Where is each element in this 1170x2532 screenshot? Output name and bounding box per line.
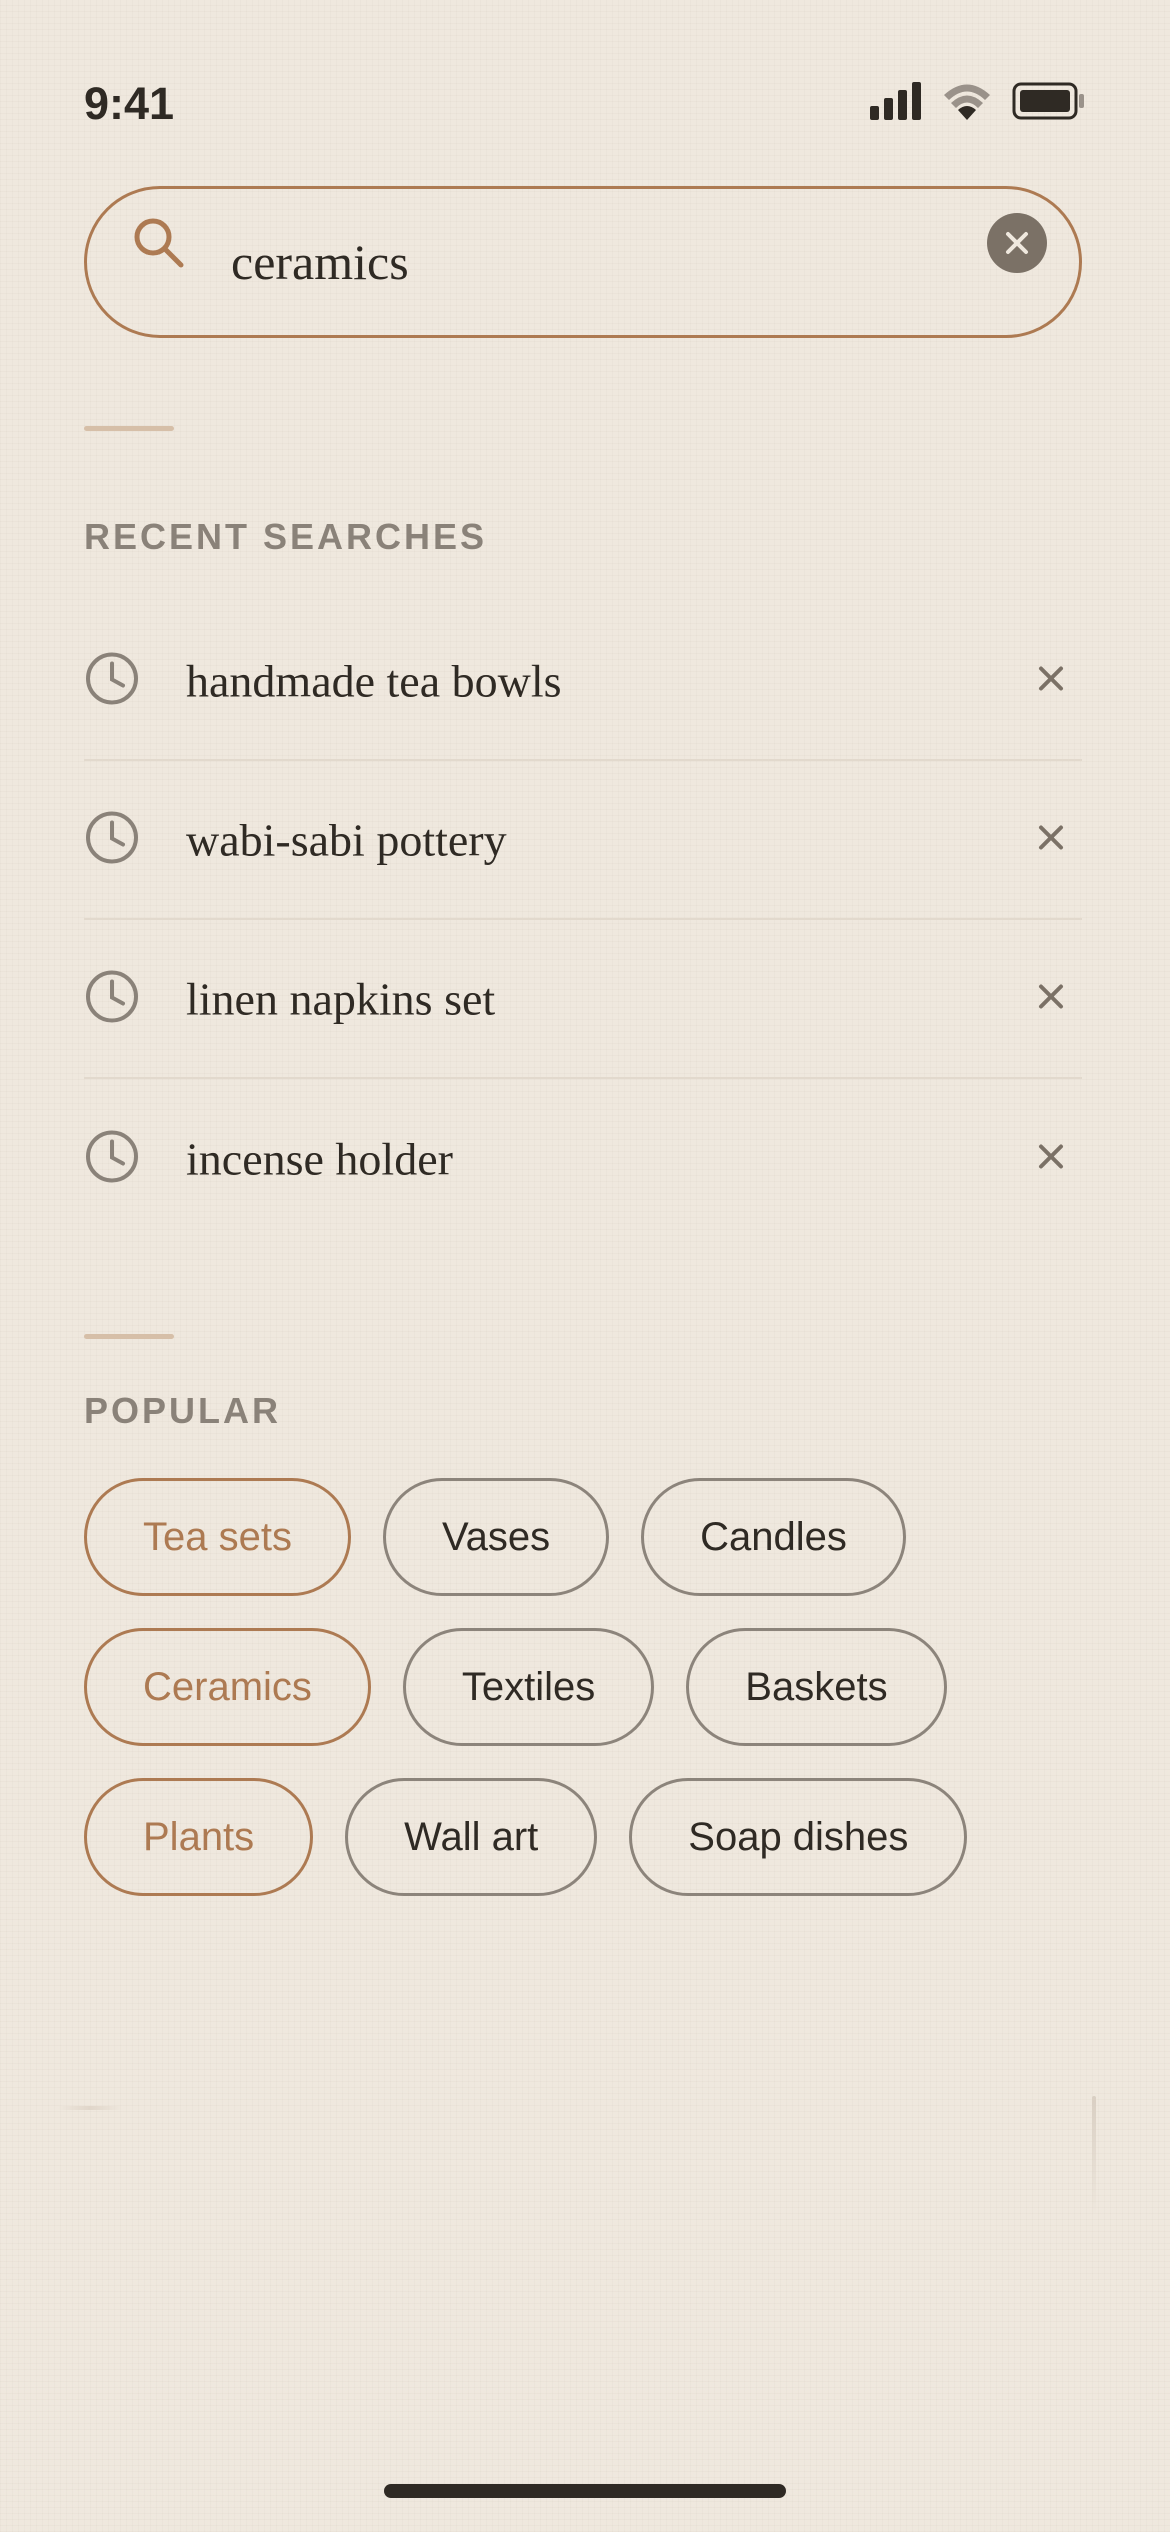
clear-icon <box>1006 232 1028 254</box>
chip-soap-dishes[interactable]: Soap dishes <box>629 1778 968 1896</box>
recent-search-item[interactable]: linen napkins set <box>84 920 1082 1079</box>
chip-row: Tea sets Vases Candles <box>84 1478 1084 1596</box>
chip-vases[interactable]: Vases <box>382 1478 610 1596</box>
status-time: 9:41 <box>84 78 175 129</box>
clock-icon <box>84 809 140 870</box>
chip-ceramics[interactable]: Ceramics <box>84 1628 371 1746</box>
clock-icon <box>84 1128 140 1189</box>
recent-search-text: incense holder <box>186 1133 453 1184</box>
remove-recent-icon[interactable] <box>1038 665 1064 696</box>
battery-icon <box>1012 82 1084 120</box>
recent-search-text: handmade tea bowls <box>186 655 562 706</box>
search-input[interactable] <box>231 219 871 305</box>
recent-search-text: wabi-sabi pottery <box>186 814 507 865</box>
chip-row: Ceramics Textiles Baskets <box>84 1628 1084 1746</box>
chip-tea-sets[interactable]: Tea sets <box>84 1478 351 1596</box>
remove-recent-icon[interactable] <box>1038 1143 1064 1174</box>
wifi-icon <box>944 84 990 120</box>
section-divider <box>84 426 174 431</box>
chip-row: Plants Wall art Soap dishes <box>84 1778 1084 1896</box>
recent-search-text: linen napkins set <box>186 973 496 1024</box>
search-icon <box>133 217 187 276</box>
section-divider <box>84 1334 174 1339</box>
chip-wall-art[interactable]: Wall art <box>345 1778 598 1896</box>
popular-title: POPULAR <box>84 1390 282 1431</box>
clock-icon <box>84 650 140 711</box>
recent-searches-title: RECENT SEARCHES <box>84 516 488 557</box>
recent-searches-list: handmade tea bowls wabi-sabi pottery lin… <box>84 602 1082 1238</box>
recent-search-item[interactable]: handmade tea bowls <box>84 602 1082 761</box>
search-bar[interactable] <box>84 186 1082 338</box>
chip-textiles[interactable]: Textiles <box>402 1628 655 1746</box>
popular-chips: Tea sets Vases Candles Ceramics Textiles… <box>84 1478 1084 1928</box>
signal-icon <box>870 82 921 120</box>
recent-search-item[interactable]: incense holder <box>84 1079 1082 1238</box>
chip-baskets[interactable]: Baskets <box>686 1628 947 1746</box>
remove-recent-icon[interactable] <box>1038 983 1064 1014</box>
status-icons <box>870 82 1086 120</box>
status-bar: 9:41 <box>0 0 1170 200</box>
home-indicator[interactable] <box>384 2484 786 2498</box>
clock-icon <box>84 968 140 1029</box>
chip-plants[interactable]: Plants <box>84 1778 314 1896</box>
chip-candles[interactable]: Candles <box>641 1478 906 1596</box>
clear-search-button[interactable] <box>987 213 1047 273</box>
remove-recent-icon[interactable] <box>1038 824 1064 855</box>
recent-search-item[interactable]: wabi-sabi pottery <box>84 761 1082 920</box>
scroll-indicator <box>1092 2096 1096 2216</box>
decorative-mark <box>58 2106 122 2110</box>
